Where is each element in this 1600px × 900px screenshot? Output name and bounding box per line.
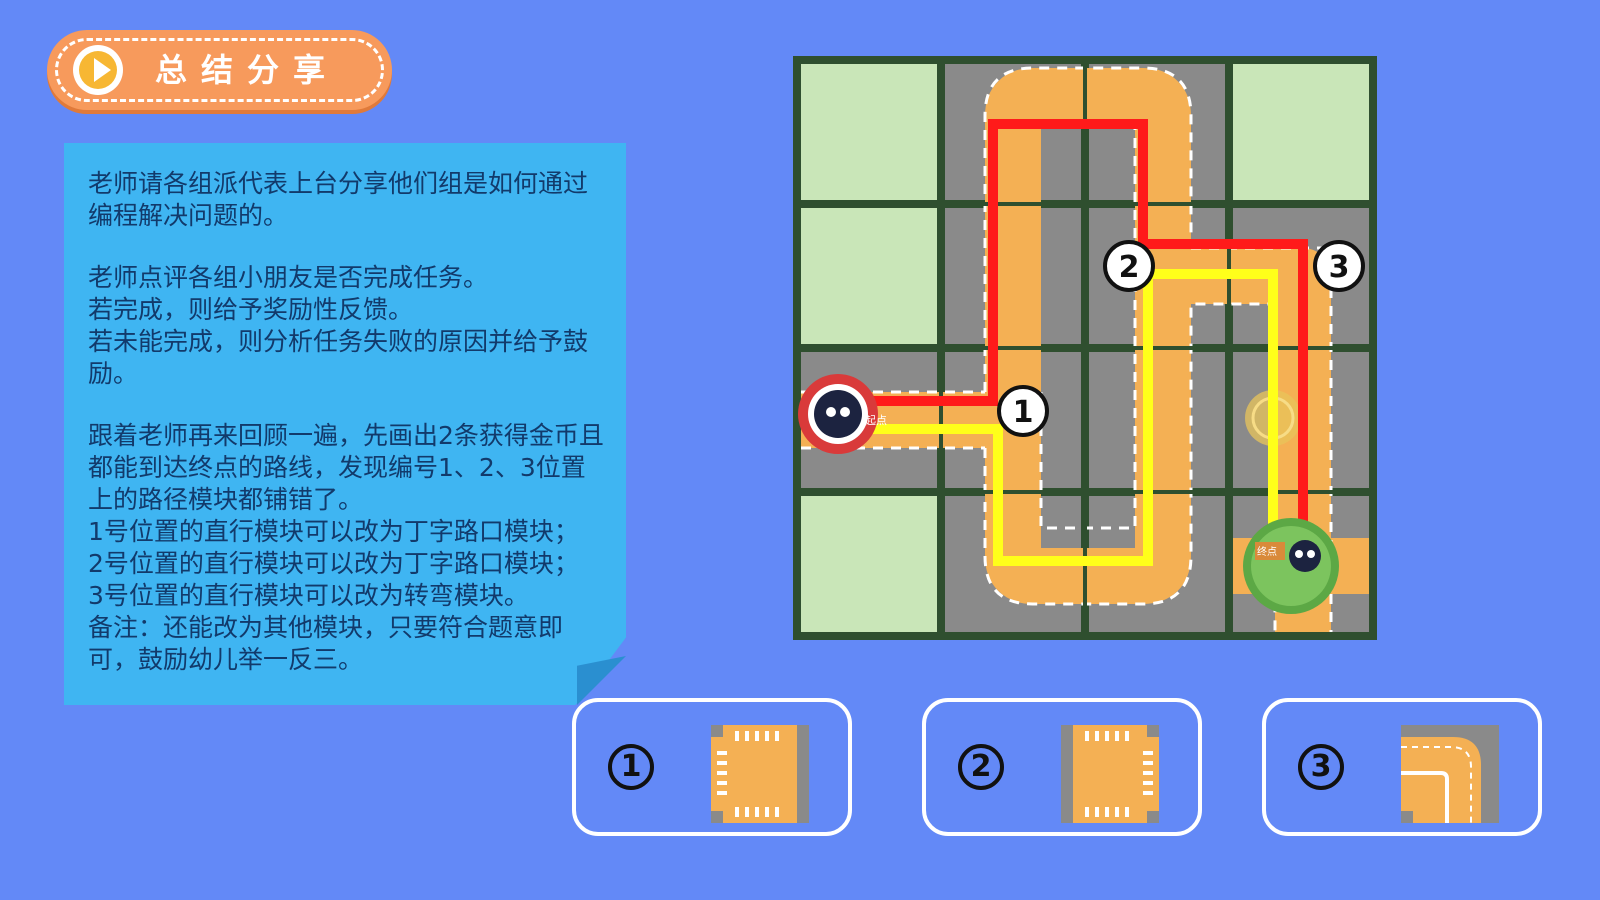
marker-2: 2 [1103,240,1155,292]
marker-label: 2 [1119,250,1140,285]
play-icon[interactable] [73,45,123,95]
grass-tile [1233,64,1369,200]
grass-tile [801,64,937,200]
end-label: 终点 [1257,545,1277,558]
path-map: 起点 终点 1 2 3 [793,56,1377,640]
note-text: 老师请各组派代表上台分享他们组是如何通过编程解决问题的。 老师点评各组小朋友是否… [88,168,608,676]
tile-card-2: 2 [922,698,1202,836]
note-paragraph: 跟着老师再来回顾一遍，先画出2条获得金币且都能到达终点的路线，发现编号1、2、3… [88,421,604,674]
t-junction-tile-icon [711,725,809,823]
start-label: 起点 [865,414,887,427]
marker-label: 1 [1013,395,1034,430]
marker-3: 3 [1313,240,1365,292]
grass-tile [801,496,937,632]
section-title-badge: 总结分享 [47,30,392,110]
end-point-icon [1243,518,1339,614]
grass-tile [801,208,937,344]
tile-number: 1 [608,744,654,790]
note-paragraph: 老师请各组派代表上台分享他们组是如何通过编程解决问题的。 [88,169,589,230]
tile-card-3: 3 [1262,698,1542,836]
section-title: 总结分享 [155,51,340,89]
t-junction-tile-icon [1061,725,1159,823]
marker-label: 3 [1329,250,1350,285]
tile-number: 2 [958,744,1004,790]
marker-1: 1 [997,385,1049,437]
turn-tile-icon [1401,725,1499,823]
tile-number: 3 [1298,744,1344,790]
path-map-svg: 起点 终点 1 2 3 [793,56,1377,640]
tile-card-1: 1 [572,698,852,836]
note-paragraph: 老师点评各组小朋友是否完成任务。 若完成，则给予奖励性反馈。 若未能完成，则分析… [88,263,589,388]
